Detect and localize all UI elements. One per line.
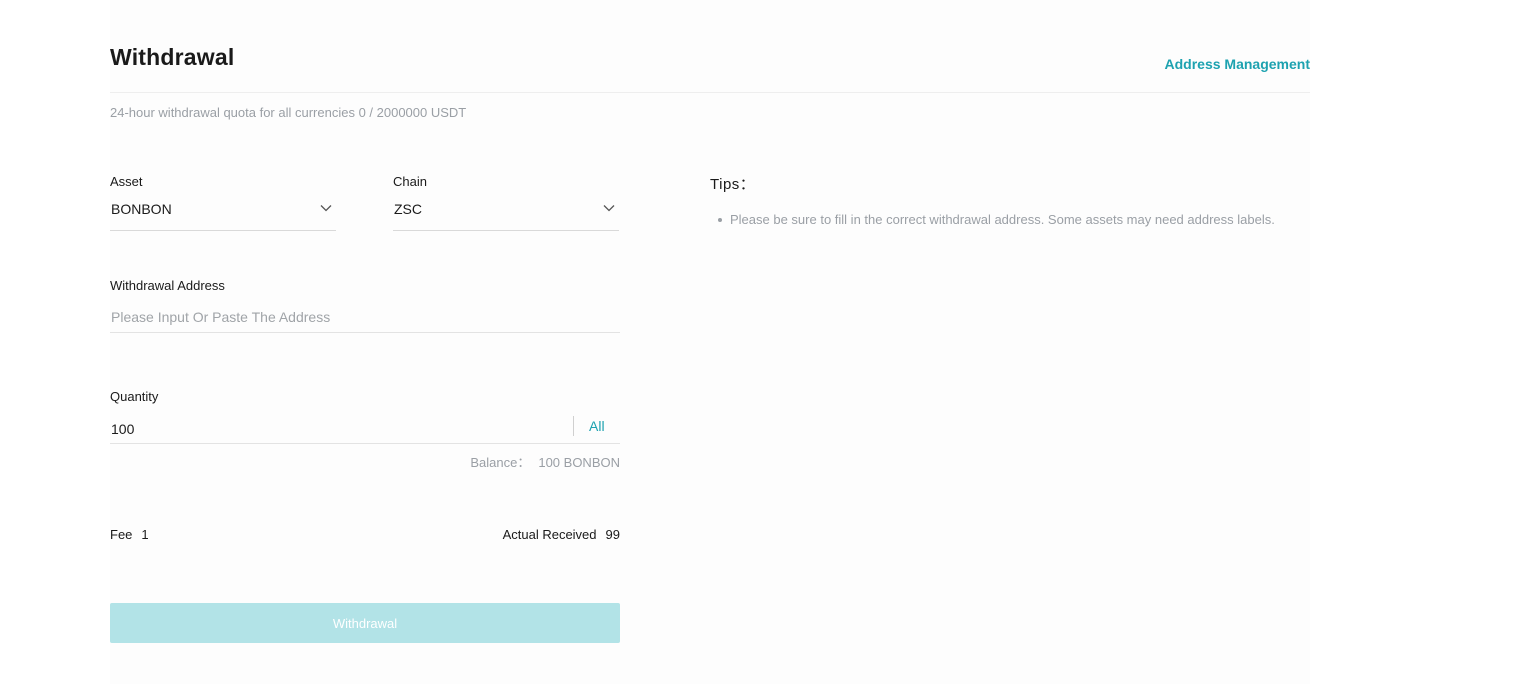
chain-select-value: ZSC	[394, 201, 422, 217]
chevron-down-icon	[603, 205, 615, 212]
all-button[interactable]: All	[589, 418, 605, 434]
tip-text: Please be sure to fill in the correct wi…	[730, 212, 1275, 227]
asset-select[interactable]: BONBON	[110, 200, 336, 231]
chain-label: Chain	[393, 174, 427, 189]
fee-value: 1	[141, 527, 149, 542]
withdrawal-address-label: Withdrawal Address	[110, 278, 225, 293]
fee-label: Fee	[110, 527, 133, 542]
bullet-dot-icon	[718, 218, 722, 222]
quantity-label: Quantity	[110, 389, 159, 404]
actual-received-info: Actual Received 99	[503, 527, 620, 542]
page-header: Withdrawal Address Management	[110, 0, 1310, 93]
tip-item: Please be sure to fill in the correct wi…	[718, 205, 1278, 235]
chevron-down-icon	[320, 205, 332, 212]
address-management-link[interactable]: Address Management	[1165, 56, 1310, 72]
content-panel	[110, 0, 1310, 684]
asset-label: Asset	[110, 174, 143, 189]
balance-value: 100 BONBON	[538, 455, 620, 470]
withdrawal-address-input[interactable]	[110, 302, 620, 333]
quantity-input[interactable]	[110, 414, 620, 444]
fee-info: Fee 1	[110, 527, 149, 542]
withdrawal-page: Withdrawal Address Management 24-hour wi…	[0, 0, 1533, 684]
chain-select[interactable]: ZSC	[393, 200, 619, 231]
quantity-divider	[573, 416, 574, 436]
balance-info: Balance： 100 BONBON	[470, 452, 620, 471]
actual-received-value: 99	[605, 527, 620, 542]
balance-label: Balance：	[470, 455, 531, 470]
tips-list: Please be sure to fill in the correct wi…	[718, 205, 1278, 235]
withdrawal-quota-text: 24-hour withdrawal quota for all currenc…	[110, 105, 467, 120]
asset-select-value: BONBON	[111, 201, 172, 217]
tips-title: Tips：	[710, 176, 756, 193]
actual-received-label: Actual Received	[502, 527, 597, 542]
page-title: Withdrawal	[110, 44, 235, 70]
withdrawal-submit-button[interactable]: Withdrawal	[110, 603, 620, 643]
